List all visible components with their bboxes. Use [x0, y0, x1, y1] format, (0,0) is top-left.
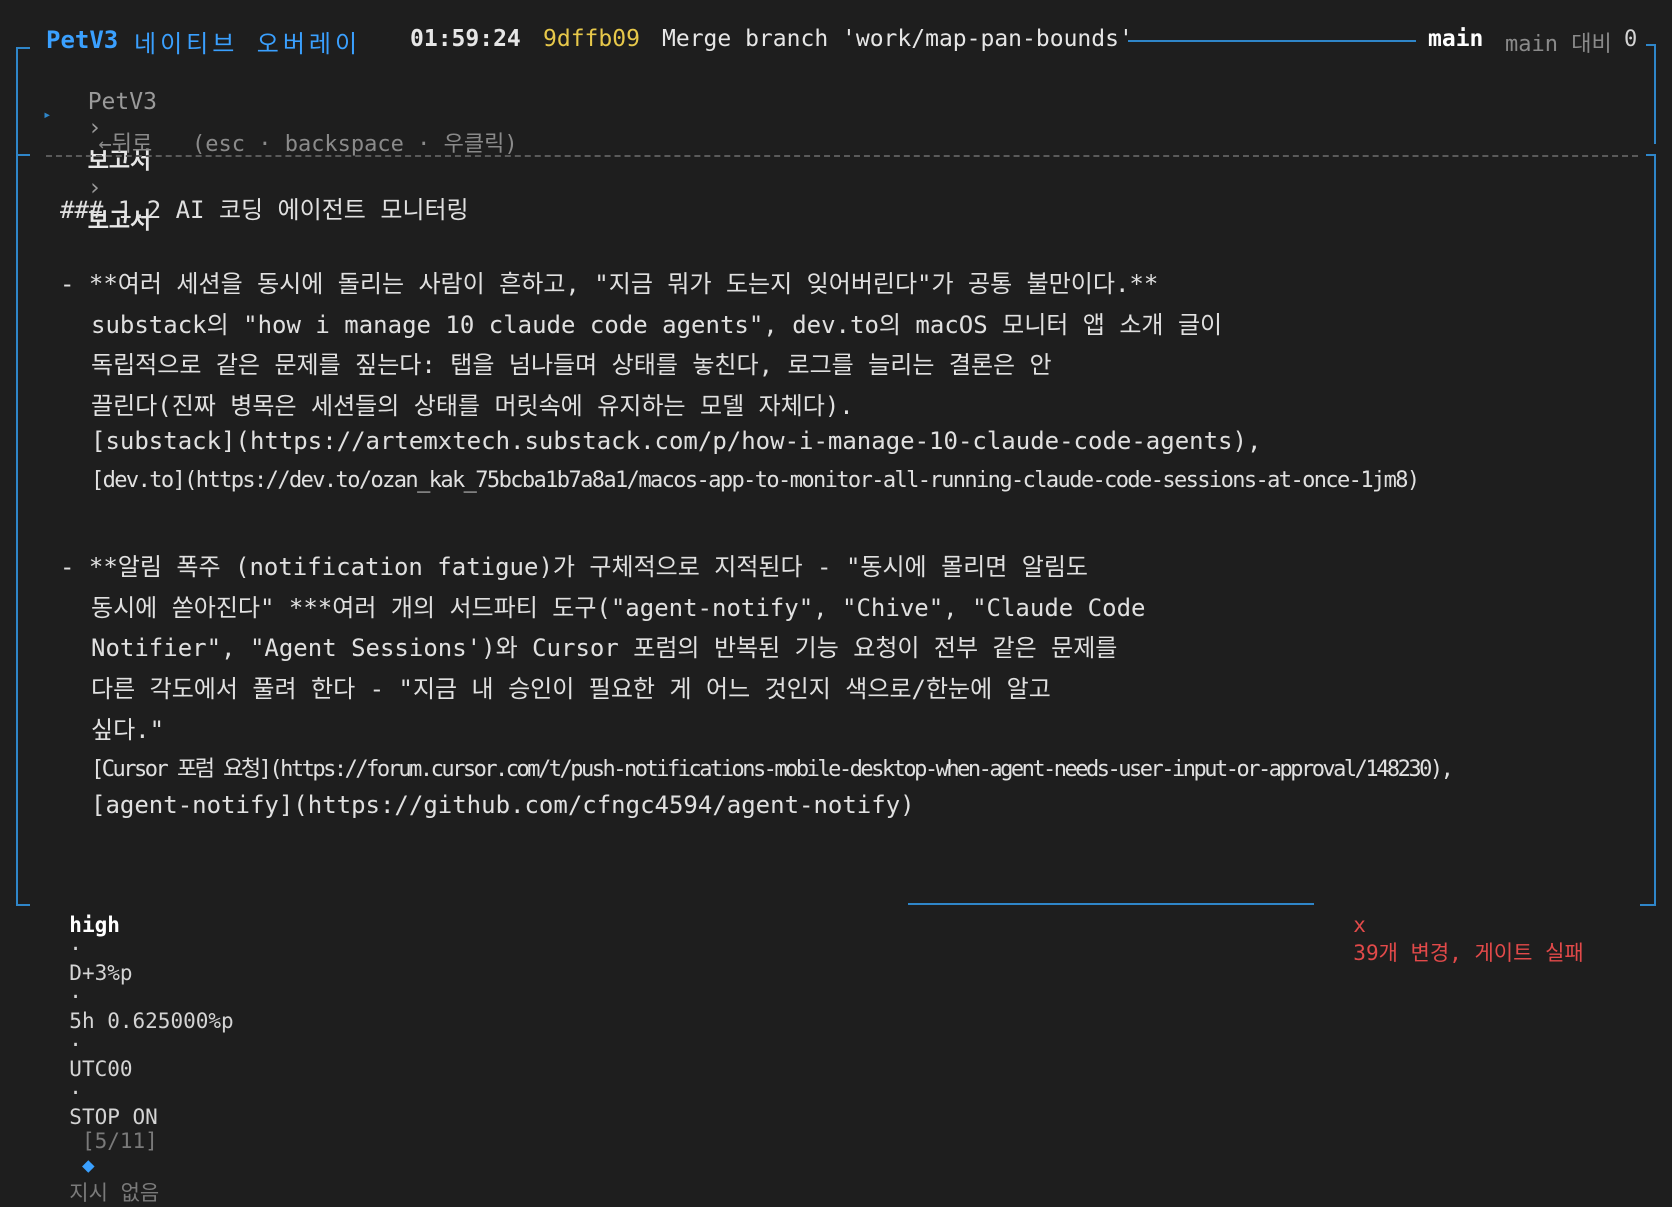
back-shortcut-hint: (esc · backspace · 우클릭) — [191, 132, 518, 157]
item-2-link-cursor-forum[interactable]: [Cursor 포럼 요청](https://forum.cursor.com/… — [91, 751, 1454, 783]
frame-left-mid-tick — [16, 154, 30, 156]
gate-status-text: 39개 변경, 게이트 실패 — [1353, 941, 1584, 965]
item-1-line-2: substack의 "how i manage 10 claude code a… — [91, 311, 1223, 339]
app-name: PetV3 — [46, 26, 119, 54]
branch-compare-count: 0 — [1624, 27, 1638, 52]
status-separator: · — [69, 985, 82, 1009]
clock-time: 01:59:24 — [410, 26, 521, 52]
status-separator: · — [69, 1081, 82, 1105]
stop-status[interactable]: STOP ON — [69, 1105, 158, 1129]
page-indicator: [5/11] — [81, 1129, 158, 1153]
item-2-line-1: - **알림 폭주 (notification fatigue)가 구체적으로 … — [60, 553, 1089, 581]
item-1-line-4: 끌린다(진짜 병목은 세션들의 상태를 머릿속에 유지하는 모델 자체다). — [91, 392, 854, 420]
item-2-line-3: Notifier", "Agent Sessions')와 Cursor 포럼의… — [91, 634, 1118, 662]
frame-bottom-left-tick — [16, 904, 30, 906]
frame-top-rule — [1128, 40, 1416, 42]
header-divider — [46, 155, 1638, 157]
back-button[interactable]: ←뒤로 (esc · backspace · 우클릭) — [72, 101, 518, 158]
status-bar: high · D+3%p · 5h 0.625000%p · UTC00 · S… — [44, 889, 234, 1207]
effort-level[interactable]: high — [69, 913, 120, 937]
commit-message: Merge branch 'work/map-pan-bounds' — [662, 26, 1133, 52]
instruction-status: 지시 없음 — [69, 1181, 160, 1205]
frame-left-border — [16, 48, 18, 154]
item-1-link-devto[interactable]: [dev.to](https://dev.to/ozan_kak_75bcba1… — [91, 468, 1420, 493]
gate-status[interactable]: x 39개 변경, 게이트 실패 — [1328, 889, 1584, 967]
usage-rate: 5h 0.625000%p — [69, 1009, 234, 1033]
section-heading: ### 1.2 AI 코딩 에이전트 모니터링 — [60, 196, 469, 224]
frame-bottom-right-tick — [1640, 904, 1656, 906]
item-2-link-agent-notify[interactable]: [agent-notify](https://github.com/cfngc4… — [91, 791, 915, 819]
delta-percent: D+3%p — [69, 961, 133, 985]
frame-top-left-tick — [16, 47, 30, 49]
timezone: UTC00 — [69, 1057, 133, 1081]
item-2-line-4: 다른 각도에서 풀려 한다 - "지금 내 승인이 필요한 게 어느 것인지 색… — [91, 675, 1051, 703]
frame-right-border — [1654, 44, 1656, 144]
item-1-line-1: - **여러 세션을 동시에 돌리는 사람이 흔하고, "지금 뭐가 도는지 잊… — [60, 270, 1159, 298]
commit-hash[interactable]: 9dffb09 — [543, 26, 640, 52]
frame-left-border-lower — [16, 154, 18, 904]
back-label: ←뒤로 — [98, 132, 153, 157]
item-1-link-substack[interactable]: [substack](https://artemxtech.substack.c… — [91, 427, 1261, 455]
item-2-line-2: 동시에 쏟아진다" ***여러 개의 서드파티 도구("agent-notify… — [91, 594, 1146, 622]
item-1-line-3: 독립적으로 같은 문제를 짚는다: 탭을 넘나들며 상태를 놓친다, 로그를 늘… — [91, 351, 1052, 379]
frame-right-border-lower — [1654, 154, 1656, 906]
branch-compare-label: main 대비 — [1505, 32, 1612, 57]
branch-name[interactable]: main — [1428, 26, 1483, 52]
status-separator: · — [69, 1033, 82, 1057]
diamond-icon: ◆ — [81, 1153, 95, 1177]
item-2-line-5: 싶다." — [91, 716, 165, 744]
workspace-name[interactable]: 네이티브 오버레이 — [134, 24, 361, 59]
error-icon: x — [1353, 913, 1366, 937]
back-arrow-icon: ▸ — [43, 107, 52, 123]
frame-bottom-rule-mid — [908, 903, 1314, 905]
